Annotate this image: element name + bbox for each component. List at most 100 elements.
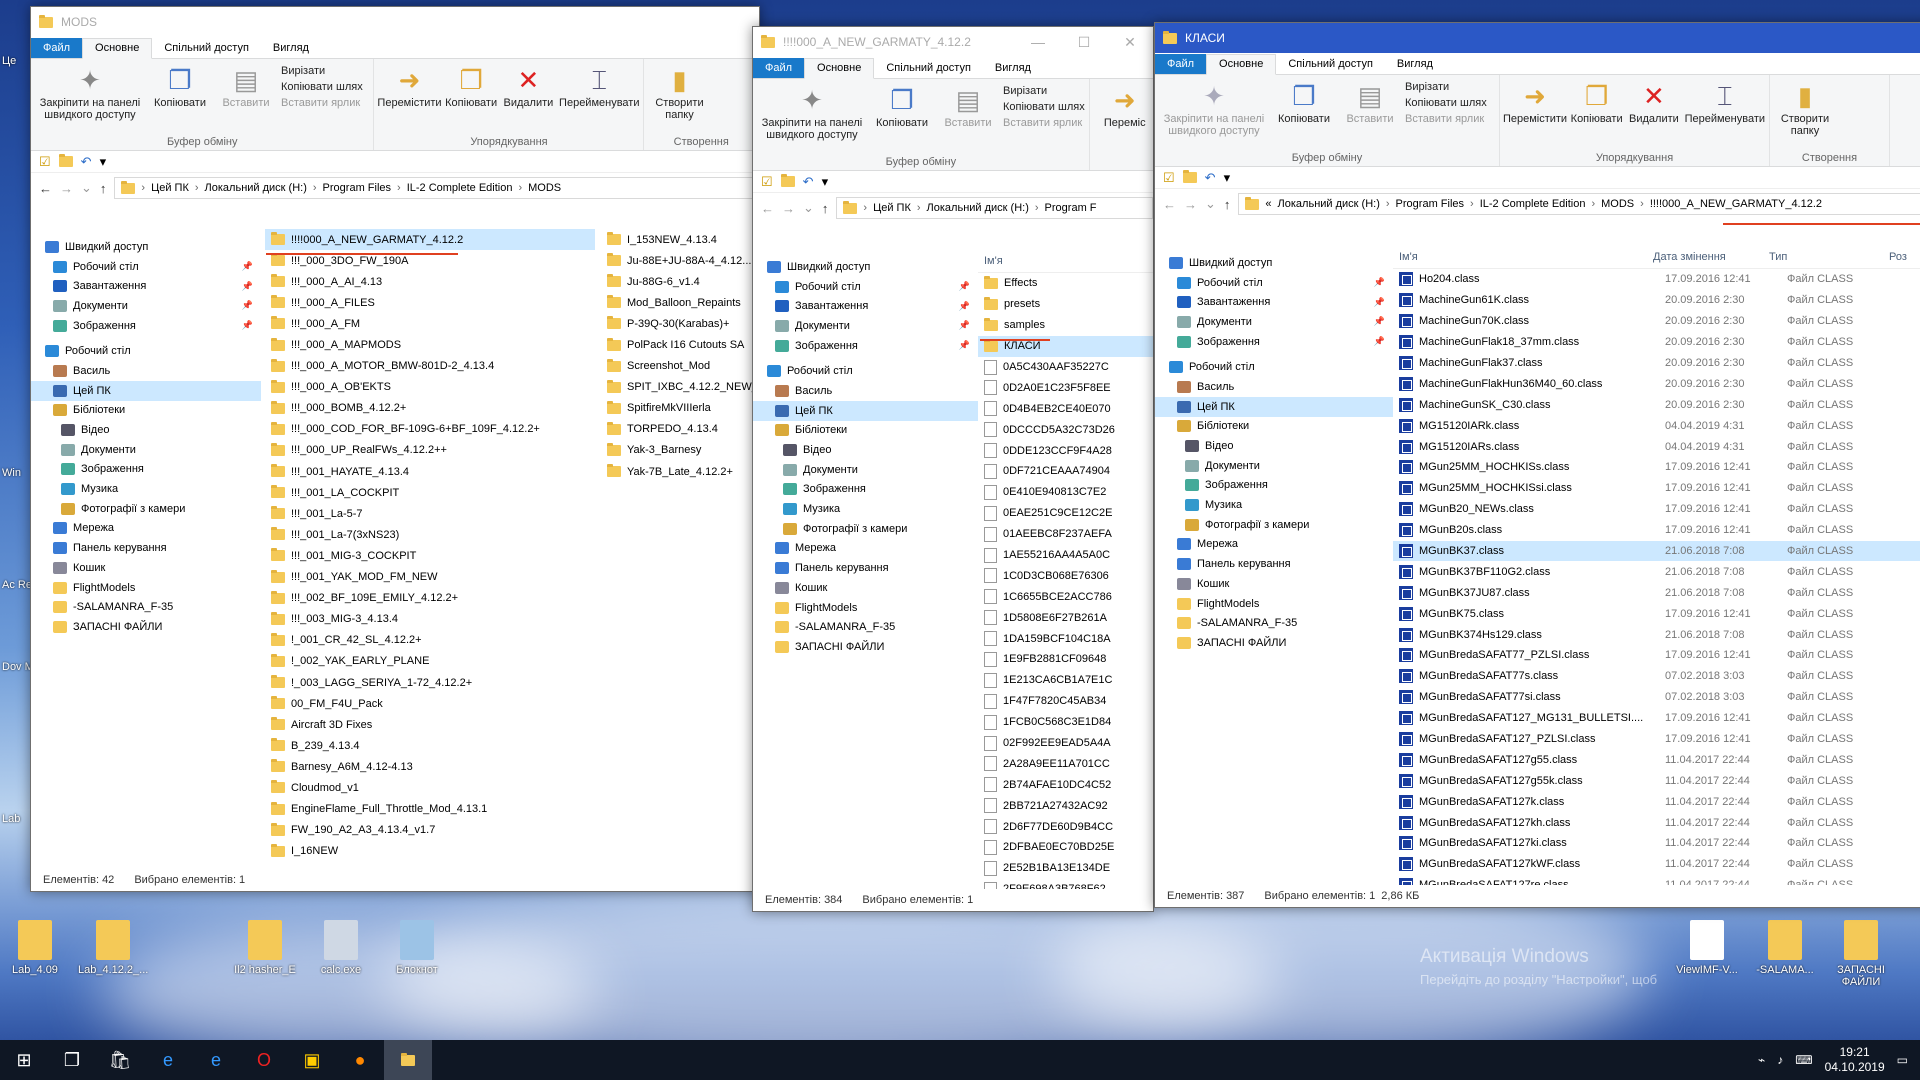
table-row[interactable]: MGunB20s.class 17.09.2016 12:41 Файл CLASS [1393, 520, 1920, 541]
new-folder-button[interactable]: ▮ Створити папку [648, 63, 710, 134]
column-header-type[interactable]: Тип [1769, 251, 1889, 263]
nav-item-libraries[interactable]: Бібліотеки [1155, 417, 1393, 437]
nav-item-user[interactable]: Василь [31, 361, 261, 381]
taskbar-ie[interactable]: e [144, 1040, 192, 1080]
crumb-overflow[interactable]: « [1265, 198, 1271, 210]
nav-item-recycle[interactable]: Кошик [753, 578, 978, 598]
nav-item-fm[interactable]: FlightModels [1155, 594, 1393, 614]
crumb[interactable]: !!!!000_A_NEW_GARMATY_4.12.2 [1650, 198, 1822, 210]
delete-button[interactable]: ✕ Видалити [1627, 79, 1680, 150]
pin-icon[interactable]: 📌 [959, 301, 970, 312]
nav-item-desktop2[interactable]: Робочий стіл [1155, 357, 1393, 377]
desktop-icon-lab409[interactable]: Lab_4.09 [0, 920, 70, 976]
table-row[interactable]: MGunBredaSAFAT127g55k.class 11.04.2017 22… [1393, 770, 1920, 791]
folder-item[interactable]: !!!_000_BOMB_4.12.2+ [265, 398, 595, 419]
paste-button[interactable]: ▤ Вставити [1339, 79, 1401, 150]
folder-item[interactable]: B_239_4.13.4 [265, 735, 595, 756]
file-item[interactable]: 2DFBAE0EC70BD25E [978, 837, 1153, 858]
nav-item-pics2[interactable]: Зображення [31, 460, 261, 480]
crumb[interactable]: Цей ПК [151, 182, 189, 194]
folder-item[interactable]: !!!_002_BF_109E_EMILY_4.12.2+ [265, 588, 595, 609]
cut-button[interactable]: Вирізати [1003, 85, 1085, 97]
table-row[interactable]: MG15120IARk.class 04.04.2019 4:31 Файл CLA… [1393, 415, 1920, 436]
nav-item-quick[interactable]: Швидкий доступ [753, 257, 978, 277]
table-row[interactable]: MGunBredaSAFAT127re.class11.04.2017 22:4… [1393, 875, 1920, 885]
file-item[interactable]: 0DCCCD5A32C73D26 [978, 419, 1153, 440]
explorer-window-garmaty[interactable]: !!!!000_A_NEW_GARMATY_4.12.2 — ☐ ✕ Файл Ос… [752, 26, 1154, 912]
file-item[interactable]: 2A28A9EE11A701CC [978, 753, 1153, 774]
desktop-icon-notepad[interactable]: Блокнот [382, 920, 452, 976]
nav-item-documents[interactable]: Документи 📌 [753, 316, 978, 336]
folder-item[interactable]: !!!_000_A_FILES [265, 292, 595, 313]
tab-file[interactable]: Файл [31, 38, 83, 58]
clock[interactable]: 19:21 04.10.2019 [1825, 1045, 1885, 1075]
folder-item[interactable]: Barnesy_A6M_4.12-4.13 [265, 756, 595, 777]
forward-icon[interactable]: → [782, 201, 795, 216]
folder-item[interactable]: Aircraft 3D Fixes [265, 714, 595, 735]
tab-view[interactable]: Вигляд [983, 59, 1043, 78]
file-item[interactable]: 1C6655BCE2ACC786 [978, 586, 1153, 607]
move-button[interactable]: ➜ Переміс [1094, 83, 1153, 154]
file-item[interactable]: 1AE55216AA4A5A0C [978, 545, 1153, 566]
desktop-icon-lab4122[interactable]: Lab_4.12.2_... [78, 920, 148, 976]
nav-item-camera[interactable]: Фотографії з камери [753, 519, 978, 539]
back-icon[interactable]: ← [39, 181, 52, 196]
new-folder-icon[interactable] [1182, 170, 1197, 183]
nav-item-user[interactable]: Василь [1155, 377, 1393, 397]
folder-item[interactable]: !!!_000_A_AI_4.13 [265, 271, 595, 292]
properties-icon[interactable]: ☑ [39, 154, 51, 170]
table-row[interactable]: MGunBredaSAFAT127kh.class 11.04.2017 22:4… [1393, 812, 1920, 833]
properties-icon[interactable]: ☑ [761, 174, 773, 190]
table-row[interactable]: MachineGunFlak37.class 20.09.2016 2:30 Фай… [1393, 353, 1920, 374]
move-button[interactable]: ➜ Перемістити [377, 63, 441, 134]
column-header-date[interactable]: Дата змінення [1653, 251, 1769, 263]
nav-item-desktop[interactable]: Робочий стіл 📌 [31, 257, 261, 277]
up-icon[interactable]: ↑ [822, 201, 829, 216]
crumb[interactable]: Цей ПК [873, 202, 911, 214]
taskbar-opera[interactable]: O [240, 1040, 288, 1080]
file-item[interactable]: 0EAE251C9CE12C2E [978, 503, 1153, 524]
paste-shortcut-button[interactable]: Вставити ярлик [1003, 117, 1085, 129]
table-row[interactable]: MGunBredaSAFAT127_PZLSI.class 17.09.2016 … [1393, 729, 1920, 750]
folder-item[interactable]: !!!_000_A_MOTOR_BMW-801D-2_4.13.4 [265, 356, 595, 377]
table-row[interactable]: MGunBredaSAFAT77si.class 07.02.2018 3:03 Ф… [1393, 687, 1920, 708]
chevron-down-icon[interactable]: ▾ [1224, 170, 1231, 186]
properties-icon[interactable]: ☑ [1163, 170, 1175, 186]
table-row[interactable]: MGunBredaSAFAT77_PZLSI.class 17.09.2016 1… [1393, 645, 1920, 666]
file-item[interactable]: 1F47F7820C45AB34 [978, 691, 1153, 712]
nav-item-this_pc[interactable]: Цей ПК [31, 380, 261, 401]
folder-item[interactable]: !!!_000_UP_RealFWs_4.12.2++ [265, 440, 595, 461]
folder-item[interactable]: !_001_CR_42_SL_4.12.2+ [265, 630, 595, 651]
table-row[interactable]: MachineGunSK_C30.class 20.09.2016 2:30 Фай… [1393, 394, 1920, 415]
folder-item[interactable]: Ju-88G-6_v1.4 [601, 271, 741, 292]
nav-item-video[interactable]: Відео [31, 420, 261, 440]
new-folder-icon[interactable] [58, 154, 73, 167]
desktop-icon-calc[interactable]: calc.exe [306, 920, 376, 976]
table-row[interactable]: MGunBredaSAFAT127_MG131_BULLETSI.... 17.0… [1393, 708, 1920, 729]
nav-item-spare[interactable]: ЗАПАСНІ ФАЙЛИ [31, 617, 261, 637]
table-row[interactable]: MGunBK37.class 21.06.2018 7:08 Файл CLASS [1393, 540, 1920, 562]
nav-item-recycle[interactable]: Кошик [31, 558, 261, 578]
nav-item-downloads[interactable]: Завантаження 📌 [31, 276, 261, 296]
minimize-icon[interactable]: — [1015, 34, 1061, 51]
rename-button[interactable]: ⌶ Перейменувати [1685, 79, 1765, 150]
nav-item-sal[interactable]: -SALAMANRA_F-35 [31, 597, 261, 617]
nav-item-this_pc[interactable]: Цей ПК [753, 400, 978, 421]
pin-icon[interactable]: 📌 [1374, 336, 1385, 347]
tab-view[interactable]: Вигляд [261, 39, 321, 58]
file-item[interactable]: 2F9E698A3B768F62 [978, 879, 1153, 889]
table-row[interactable]: MachineGun70K.class 20.09.2016 2:30 Файл C… [1393, 311, 1920, 332]
cut-button[interactable]: Вирізати [1405, 81, 1487, 93]
taskbar-firefox[interactable]: ● [336, 1040, 384, 1080]
taskbar-app[interactable]: ▣ [288, 1040, 336, 1080]
folder-item[interactable]: !_003_LAGG_SERIYA_1-72_4.12.2+ [265, 672, 595, 693]
copy-button[interactable]: ❐ Копіювати [149, 63, 211, 134]
undo-icon[interactable]: ↶ [1205, 170, 1216, 186]
folder-item[interactable]: !!!_000_A_FM [265, 313, 595, 334]
undo-icon[interactable]: ↶ [803, 174, 814, 190]
pin-icon[interactable]: 📌 [1374, 297, 1385, 308]
nav-item-desktop2[interactable]: Робочий стіл [31, 341, 261, 361]
tab-file[interactable]: Файл [753, 58, 805, 78]
window-titlebar[interactable]: MODS [31, 7, 759, 37]
file-item[interactable]: 0D4B4EB2CE40E070 [978, 398, 1153, 419]
